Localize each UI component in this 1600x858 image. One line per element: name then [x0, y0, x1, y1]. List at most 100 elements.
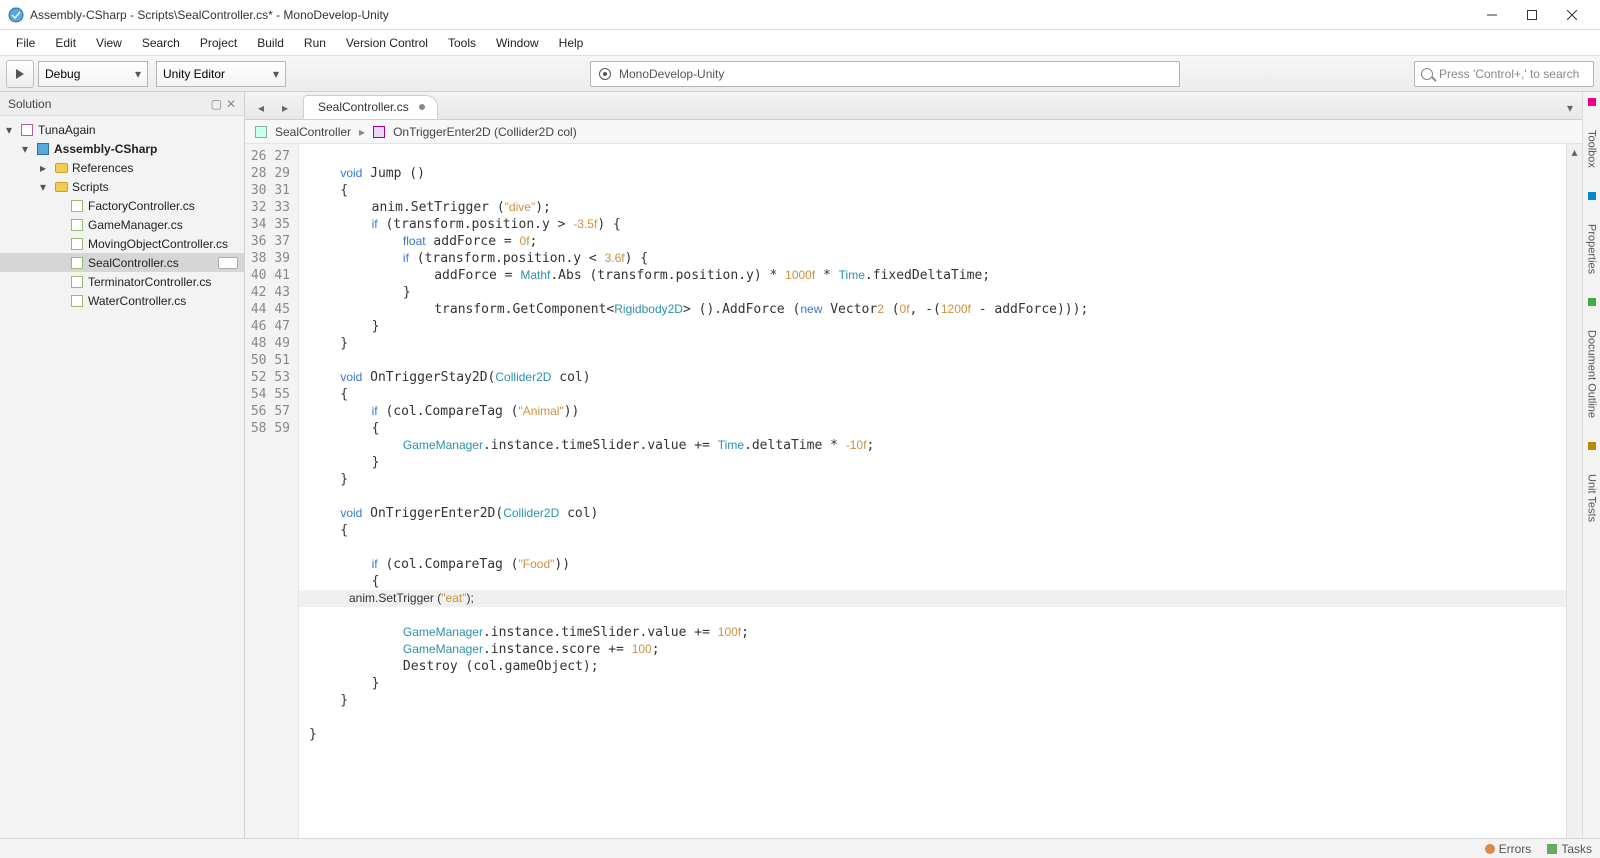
app-icon — [8, 7, 24, 23]
task-icon — [1547, 844, 1557, 854]
menu-view[interactable]: View — [86, 32, 132, 54]
errors-button[interactable]: Errors — [1485, 842, 1532, 856]
right-dock-rail: Toolbox Properties Document Outline Unit Te… — [1582, 92, 1600, 838]
breadcrumb-class[interactable]: SealController — [275, 125, 351, 139]
tree-label: References — [72, 161, 133, 175]
rail-tab-document-outline[interactable]: Document Outline — [1584, 326, 1600, 422]
csharp-file-icon — [70, 218, 84, 232]
menu-build[interactable]: Build — [247, 32, 294, 54]
class-icon — [255, 126, 267, 138]
statusbar: Errors Tasks — [0, 838, 1600, 858]
error-icon — [1485, 844, 1495, 854]
solution-panel-header: Solution ▢ ✕ — [0, 92, 244, 116]
status-search-bar[interactable]: MonoDevelop-Unity — [590, 61, 1180, 87]
nav-back-button[interactable]: ◂ — [249, 97, 273, 119]
csharp-file-icon — [70, 237, 84, 251]
tree-label: GameManager.cs — [88, 218, 183, 232]
tree-label: TunaAgain — [38, 123, 96, 137]
menu-search[interactable]: Search — [132, 32, 190, 54]
search-icon — [1421, 68, 1433, 80]
tree-item-terminatorcontroller-cs[interactable]: TerminatorController.cs — [0, 272, 244, 291]
tree-label: Assembly-CSharp — [54, 142, 157, 156]
errors-label: Errors — [1499, 842, 1532, 856]
tree-item-sealcontroller-cs[interactable]: SealController.cs — [0, 253, 244, 272]
search-placeholder: Press 'Control+,' to search — [1439, 67, 1579, 81]
rail-tab-properties[interactable]: Properties — [1584, 220, 1600, 278]
csharp-file-icon — [70, 199, 84, 213]
solution-icon — [20, 123, 34, 137]
breadcrumb-separator: ▸ — [359, 125, 365, 139]
solution-tree[interactable]: ▾ TunaAgain ▾ Assembly-CSharp ▸ References ▾ Sc… — [0, 116, 244, 838]
maximize-button[interactable] — [1512, 1, 1552, 29]
rail-dot-icon — [1588, 298, 1596, 306]
target-icon — [599, 68, 611, 80]
menu-edit[interactable]: Edit — [45, 32, 86, 54]
toolbar: Debug ▾ Unity Editor ▾ MonoDevelop-Unity… — [0, 56, 1600, 92]
method-icon — [373, 126, 385, 138]
breadcrumb: SealController ▸ OnTriggerEnter2D (Colli… — [245, 120, 1582, 144]
twisty-icon[interactable]: ▾ — [6, 123, 16, 137]
tab-overflow-button[interactable]: ▾ — [1558, 97, 1582, 119]
tree-item-tunaagain[interactable]: ▾ TunaAgain — [0, 120, 244, 139]
project-icon — [36, 142, 50, 156]
tree-label: MovingObjectController.cs — [88, 237, 228, 251]
minimize-button[interactable] — [1472, 1, 1512, 29]
close-button[interactable] — [1552, 1, 1592, 29]
titlebar: Assembly-CSharp - Scripts\SealController… — [0, 0, 1600, 30]
tree-label: FactoryController.cs — [88, 199, 195, 213]
tasks-button[interactable]: Tasks — [1547, 842, 1592, 856]
global-search[interactable]: Press 'Control+,' to search — [1414, 61, 1594, 87]
panel-dock-icon[interactable]: ▢ — [211, 97, 222, 111]
tree-label: WaterController.cs — [88, 294, 186, 308]
active-file-badge — [218, 257, 238, 269]
tasks-label: Tasks — [1561, 842, 1592, 856]
tree-item-watercontroller-cs[interactable]: WaterController.cs — [0, 291, 244, 310]
status-text: MonoDevelop-Unity — [619, 67, 724, 81]
csharp-file-icon — [70, 256, 84, 270]
editor-area: ◂ ▸ SealController.cs ▾ SealController ▸… — [245, 92, 1582, 838]
tree-item-references[interactable]: ▸ References — [0, 158, 244, 177]
twisty-icon[interactable]: ▸ — [40, 161, 50, 175]
nav-forward-button[interactable]: ▸ — [273, 97, 297, 119]
tree-label: Scripts — [72, 180, 109, 194]
tree-item-scripts[interactable]: ▾ Scripts — [0, 177, 244, 196]
chevron-down-icon: ▾ — [273, 67, 279, 81]
twisty-icon[interactable]: ▾ — [22, 142, 32, 156]
tab-strip: ◂ ▸ SealController.cs ▾ — [245, 92, 1582, 120]
tab-label: SealController.cs — [318, 100, 409, 114]
vertical-scrollbar[interactable]: ▴ — [1566, 144, 1582, 838]
panel-close-icon[interactable]: ✕ — [226, 97, 236, 111]
rail-dot-icon — [1588, 192, 1596, 200]
tree-item-movingobjectcontroller-cs[interactable]: MovingObjectController.cs — [0, 234, 244, 253]
configuration-label: Debug — [45, 67, 80, 81]
menubar: FileEditViewSearchProjectBuildRunVersion… — [0, 30, 1600, 56]
tab-sealcontroller[interactable]: SealController.cs — [303, 95, 438, 119]
run-button[interactable] — [6, 60, 34, 88]
folder-icon — [54, 161, 68, 175]
menu-tools[interactable]: Tools — [438, 32, 486, 54]
menu-project[interactable]: Project — [190, 32, 247, 54]
menu-version-control[interactable]: Version Control — [336, 32, 438, 54]
menu-help[interactable]: Help — [549, 32, 594, 54]
solution-sidebar: Solution ▢ ✕ ▾ TunaAgain ▾ Assembly-CSharp ▸… — [0, 92, 245, 838]
target-combo[interactable]: Unity Editor ▾ — [156, 61, 286, 87]
scroll-up-icon[interactable]: ▴ — [1567, 144, 1582, 160]
configuration-combo[interactable]: Debug ▾ — [38, 61, 148, 87]
code-editor[interactable]: void Jump () { anim.SetTrigger ("dive");… — [299, 144, 1566, 838]
dirty-dot-icon — [419, 104, 425, 110]
menu-run[interactable]: Run — [294, 32, 336, 54]
tree-item-gamemanager-cs[interactable]: GameManager.cs — [0, 215, 244, 234]
tree-item-factorycontroller-cs[interactable]: FactoryController.cs — [0, 196, 244, 215]
menu-file[interactable]: File — [6, 32, 45, 54]
line-gutter: 26 27 28 29 30 31 32 33 34 35 36 37 38 3… — [245, 144, 299, 838]
menu-window[interactable]: Window — [486, 32, 549, 54]
play-icon — [16, 69, 24, 79]
tree-label: TerminatorController.cs — [88, 275, 211, 289]
rail-dot-icon — [1588, 442, 1596, 450]
solution-panel-title: Solution — [8, 97, 51, 111]
twisty-icon[interactable]: ▾ — [40, 180, 50, 194]
rail-tab-toolbox[interactable]: Toolbox — [1584, 126, 1600, 172]
tree-item-assembly-csharp[interactable]: ▾ Assembly-CSharp — [0, 139, 244, 158]
breadcrumb-member[interactable]: OnTriggerEnter2D (Collider2D col) — [393, 125, 577, 139]
rail-tab-unit-tests[interactable]: Unit Tests — [1584, 470, 1600, 526]
